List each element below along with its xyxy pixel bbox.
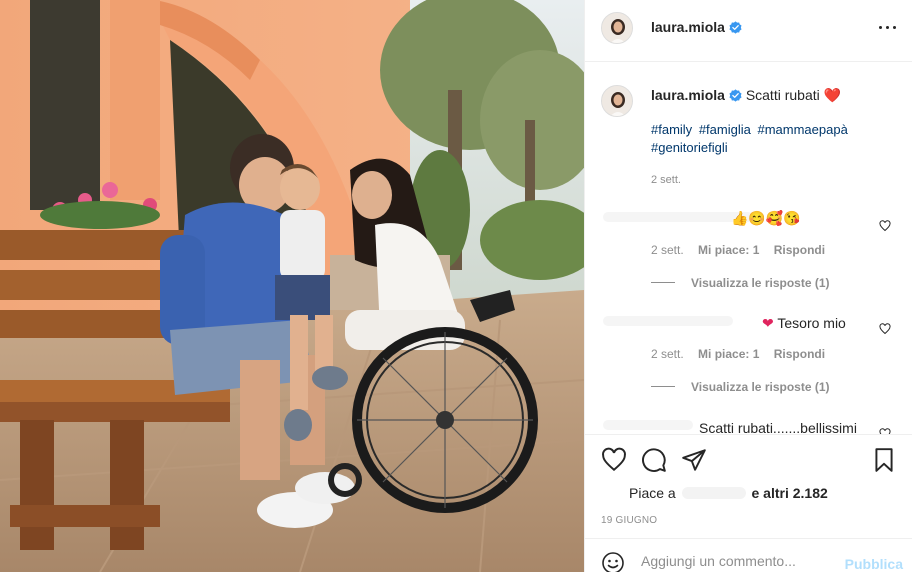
post-photo[interactable]: [0, 0, 584, 572]
verified-badge-icon: [729, 89, 742, 102]
view-replies-label[interactable]: Visualizza le risposte (1): [691, 380, 830, 394]
post-date[interactable]: 19 GIUGNO: [601, 515, 657, 526]
more-options-icon[interactable]: [879, 18, 897, 38]
view-replies-label[interactable]: Visualizza le risposte (1): [691, 276, 830, 290]
like-heart-icon[interactable]: [601, 447, 627, 473]
photo-icon: [0, 0, 584, 572]
comment-meta: 2 sett. Mi piace: 1 Rispondi: [651, 347, 836, 361]
blurred-commenter: [603, 420, 693, 430]
heart-emoji: ❤: [762, 315, 774, 331]
post-username[interactable]: laura.miola: [651, 19, 742, 35]
caption-username[interactable]: laura.miola: [651, 87, 725, 103]
caption-hashtags: #family #famiglia #mammaepapà #genitorie…: [651, 121, 891, 157]
replies-dash: [651, 282, 675, 283]
publish-button[interactable]: Pubblica: [845, 556, 903, 572]
comment-time[interactable]: 2 sett.: [651, 243, 684, 257]
hashtag-link[interactable]: #famiglia: [699, 122, 751, 137]
emoji-smiley-icon[interactable]: [601, 551, 625, 572]
post-header: laura.miola: [585, 0, 912, 62]
avatar-image-icon: [602, 13, 632, 43]
like-comment-heart-icon[interactable]: [879, 323, 891, 335]
avatar-image-icon: [602, 86, 632, 116]
add-comment-bar: Pubblica: [585, 538, 912, 572]
comment-bubble-icon[interactable]: [641, 447, 667, 473]
reply-button[interactable]: Rispondi: [774, 243, 825, 257]
replies-dash: [651, 386, 675, 387]
likes-summary[interactable]: Piace a e altri 2.182: [629, 485, 828, 501]
hashtag-link[interactable]: #mammaepapà: [757, 122, 847, 137]
comment-text: ❤ Tesoro mio: [762, 315, 846, 332]
comment-text-label: Tesoro mio: [777, 315, 846, 331]
caption-line: laura.miola Scatti rubati ❤️: [651, 87, 841, 104]
likes-count[interactable]: e altri 2.182: [751, 485, 827, 501]
comment-likes[interactable]: Mi piace: 1: [698, 243, 759, 257]
reply-button[interactable]: Rispondi: [774, 347, 825, 361]
likes-prefix: Piace a: [629, 485, 676, 501]
blurred-liker: [681, 487, 746, 499]
comment-meta: 2 sett. Mi piace: 1 Rispondi: [651, 243, 836, 257]
post-actions: Piace a e altri 2.182 19 GIUGNO: [585, 434, 912, 544]
caption-avatar[interactable]: [601, 85, 633, 117]
comment-likes[interactable]: Mi piace: 1: [698, 347, 759, 361]
like-comment-heart-icon[interactable]: [879, 220, 891, 232]
comment-text: 👍😊🥰😘: [731, 210, 801, 226]
comments-list[interactable]: laura.miola Scatti rubati ❤️ #family #fa…: [585, 62, 912, 434]
caption-text: Scatti rubati: [745, 87, 820, 103]
caption-time[interactable]: 2 sett.: [651, 174, 681, 186]
hashtag-link[interactable]: #family: [651, 122, 692, 137]
post-username-text[interactable]: laura.miola: [651, 19, 725, 35]
comment-text: Scatti rubati.......bellissimi: [699, 420, 857, 434]
share-paper-plane-icon[interactable]: [681, 447, 707, 473]
comment-input[interactable]: [641, 553, 841, 569]
post-side-panel: laura.miola laura.miola Scatti rubati ❤️: [584, 0, 912, 572]
avatar[interactable]: [601, 12, 633, 44]
hashtag-link[interactable]: #genitoriefigli: [651, 140, 728, 155]
verified-badge-icon: [729, 21, 742, 34]
view-replies-button[interactable]: Visualizza le risposte (1): [651, 276, 830, 290]
blurred-commenter: [603, 316, 733, 326]
caption-heart-emoji: ❤️: [823, 87, 842, 103]
comment-time[interactable]: 2 sett.: [651, 347, 684, 361]
save-bookmark-icon[interactable]: [871, 447, 897, 473]
view-replies-button[interactable]: Visualizza le risposte (1): [651, 380, 830, 394]
